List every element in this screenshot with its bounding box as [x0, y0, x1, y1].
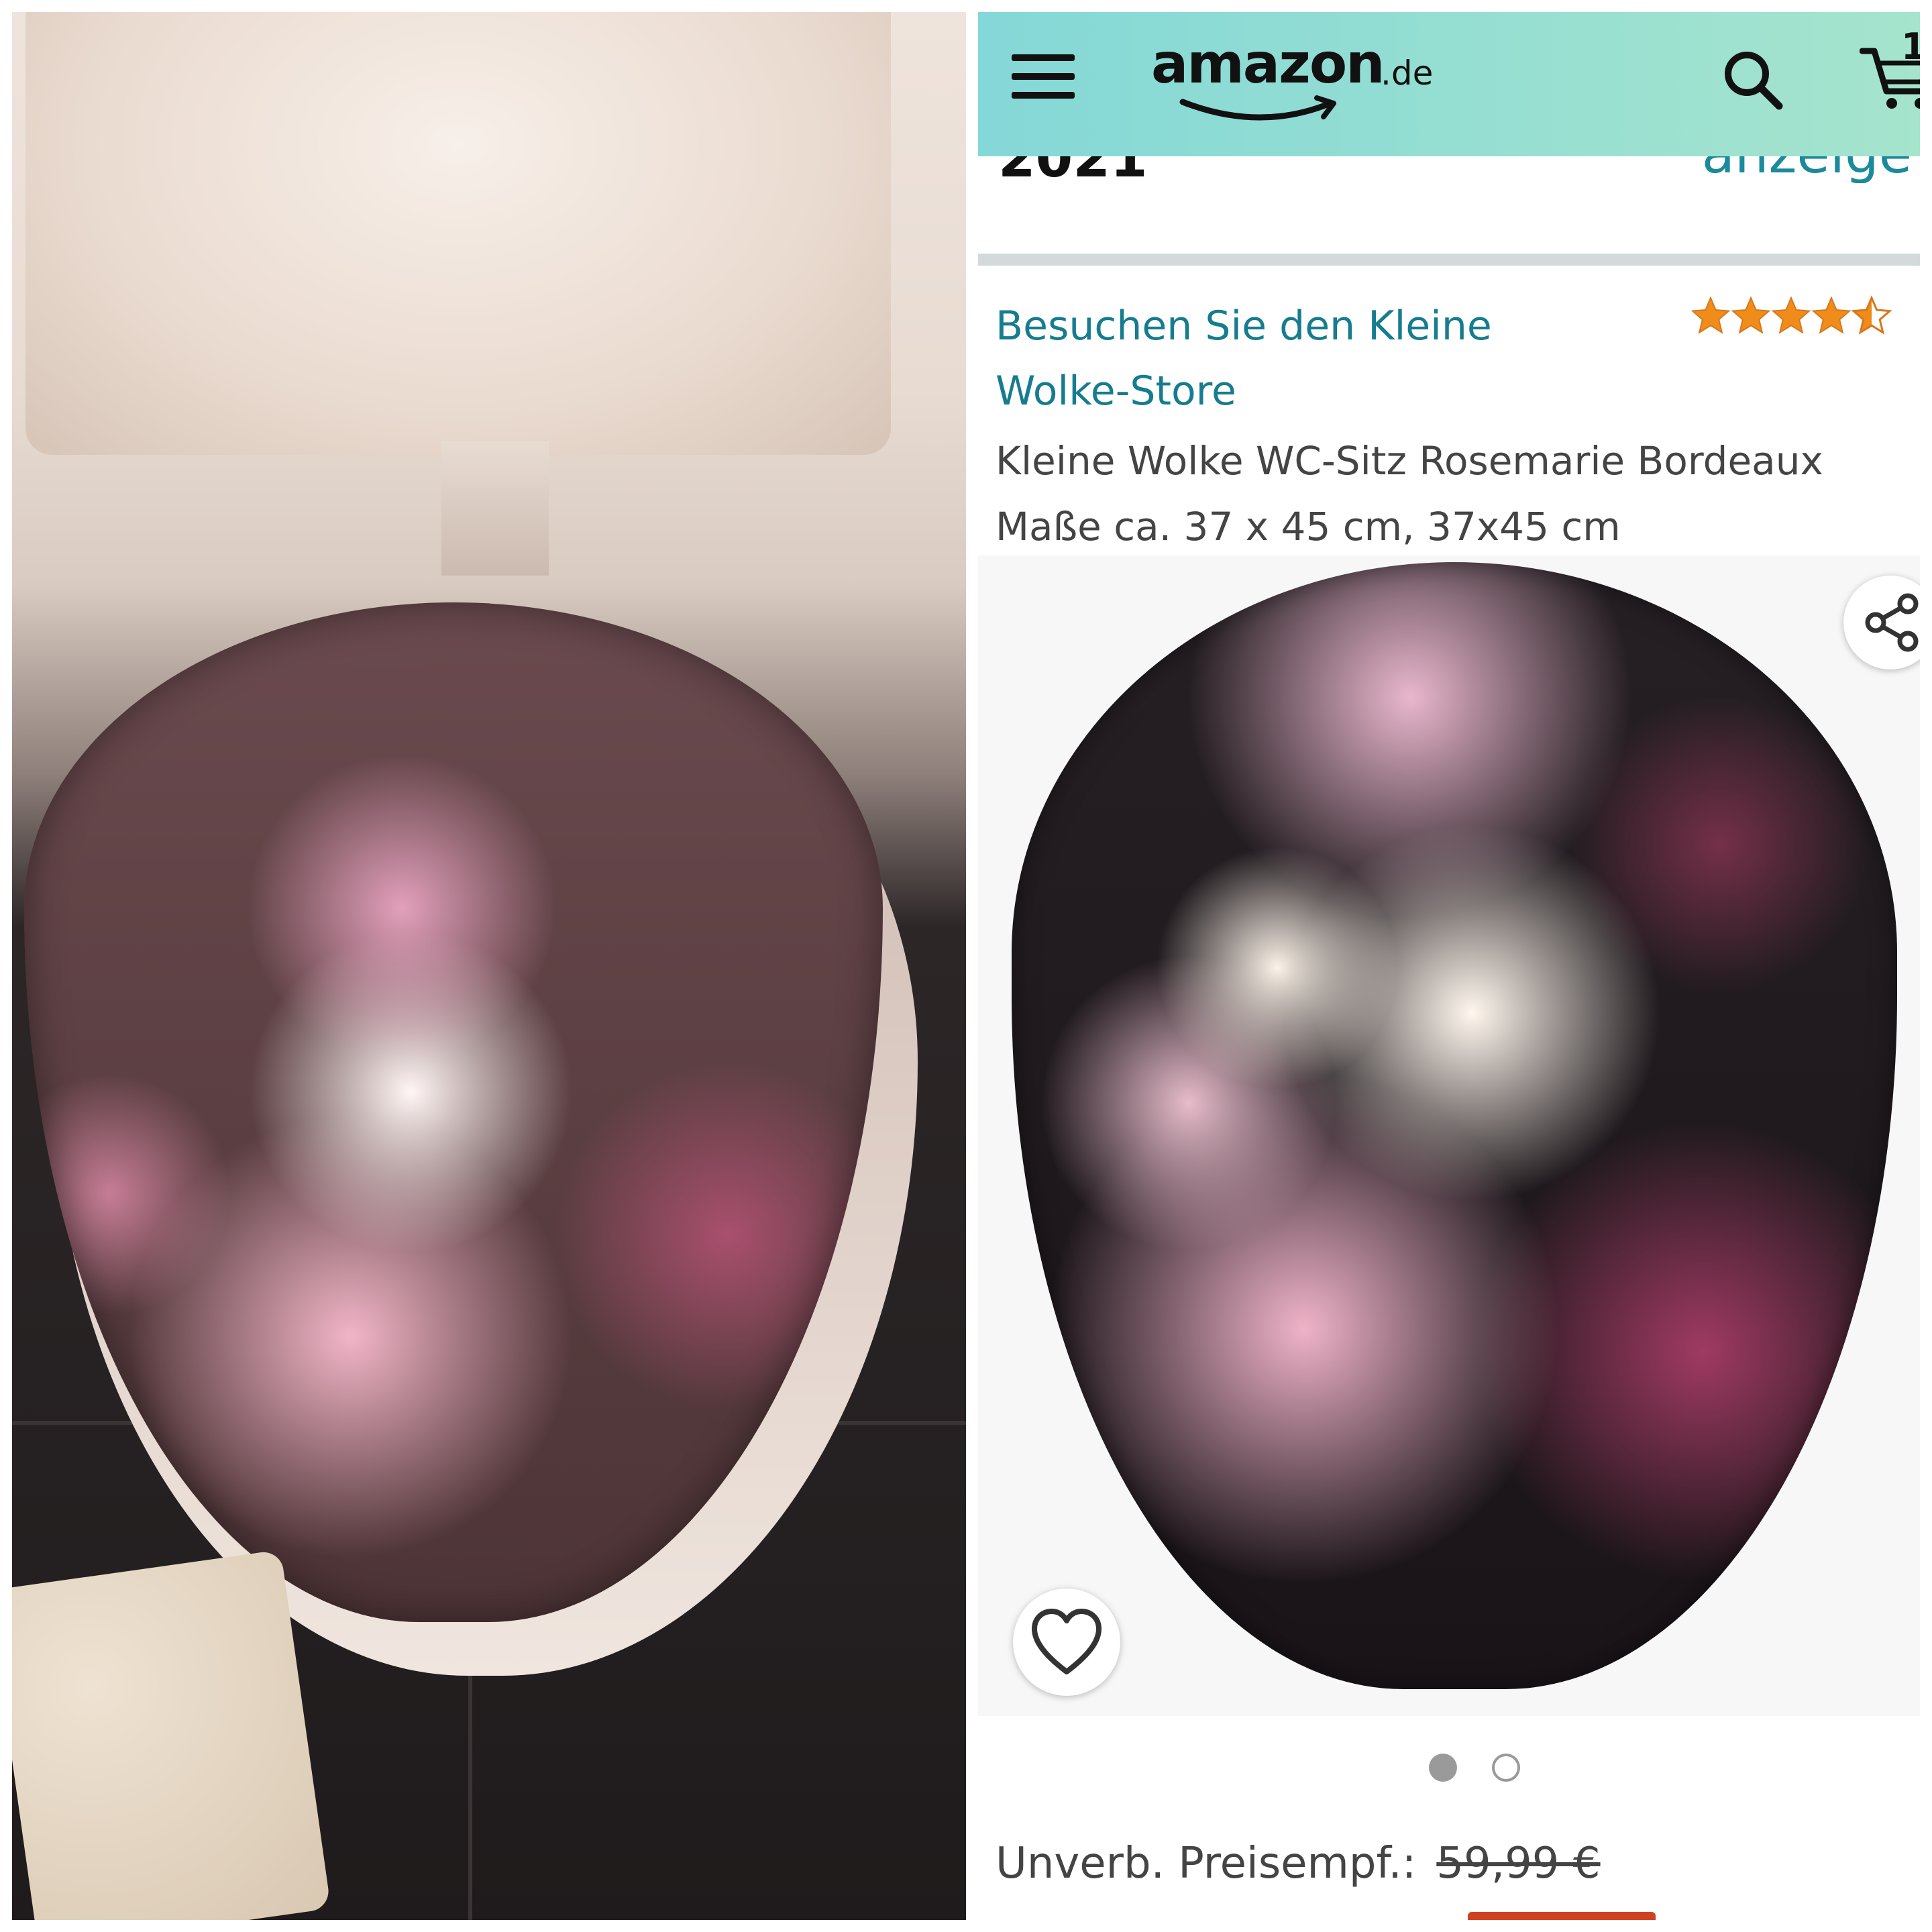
- search-icon[interactable]: [1719, 46, 1786, 113]
- amazon-app-screen: amazon .de 1 2021 anzeige Besuchen Sie d…: [978, 12, 1920, 1920]
- list-price-old: 59,99 €: [1436, 1839, 1601, 1888]
- share-icon: [1865, 593, 1919, 652]
- toilet-tank-base: [441, 441, 549, 576]
- heart-icon: [1032, 1609, 1102, 1674]
- list-price-row: Unverb. Preisempf.: 59,99 €: [996, 1837, 1915, 1890]
- half-star-icon: [1852, 297, 1891, 334]
- product-title: Kleine Wolke WC-Sitz Rosemarie Bordeaux …: [996, 438, 1823, 549]
- toilet-tank: [25, 12, 891, 455]
- wishlist-button[interactable]: [1013, 1589, 1120, 1696]
- carousel-dot[interactable]: [1492, 1754, 1520, 1782]
- clipped-previous-row: 2021 anzeige: [978, 156, 1920, 183]
- amazon-logo[interactable]: amazon .de: [1151, 25, 1433, 126]
- star-icon: [1732, 297, 1770, 333]
- star-icon: [1692, 297, 1729, 333]
- top-nav-bar: amazon .de 1: [978, 12, 1920, 156]
- cart-count-badge: 1: [1901, 25, 1920, 68]
- star-icon: [1813, 297, 1850, 333]
- current-price-clipped: [1468, 1912, 1656, 1920]
- logo-domain: .de: [1381, 54, 1434, 93]
- clipped-text-left: 2021: [998, 156, 1148, 183]
- customer-photo: [12, 12, 966, 1920]
- list-price-label: Unverb. Preisempf.:: [996, 1839, 1417, 1888]
- menu-icon[interactable]: [1012, 49, 1075, 103]
- star-icon: [1772, 297, 1810, 333]
- store-link[interactable]: Besuchen Sie den Kleine Wolke-Store: [996, 294, 1599, 424]
- logo-text: amazon: [1151, 32, 1385, 96]
- star-rating[interactable]: [1690, 292, 1892, 339]
- carousel-dot-active[interactable]: [1429, 1754, 1457, 1782]
- section-divider: [978, 254, 1920, 266]
- product-image-carousel[interactable]: [978, 555, 1920, 1716]
- amazon-smile-icon: [1179, 95, 1336, 121]
- clipped-link-right[interactable]: anzeige: [1702, 156, 1912, 183]
- share-button[interactable]: [1843, 576, 1920, 669]
- bath-rug: [12, 1550, 331, 1920]
- product-seat-image: [1012, 562, 1897, 1689]
